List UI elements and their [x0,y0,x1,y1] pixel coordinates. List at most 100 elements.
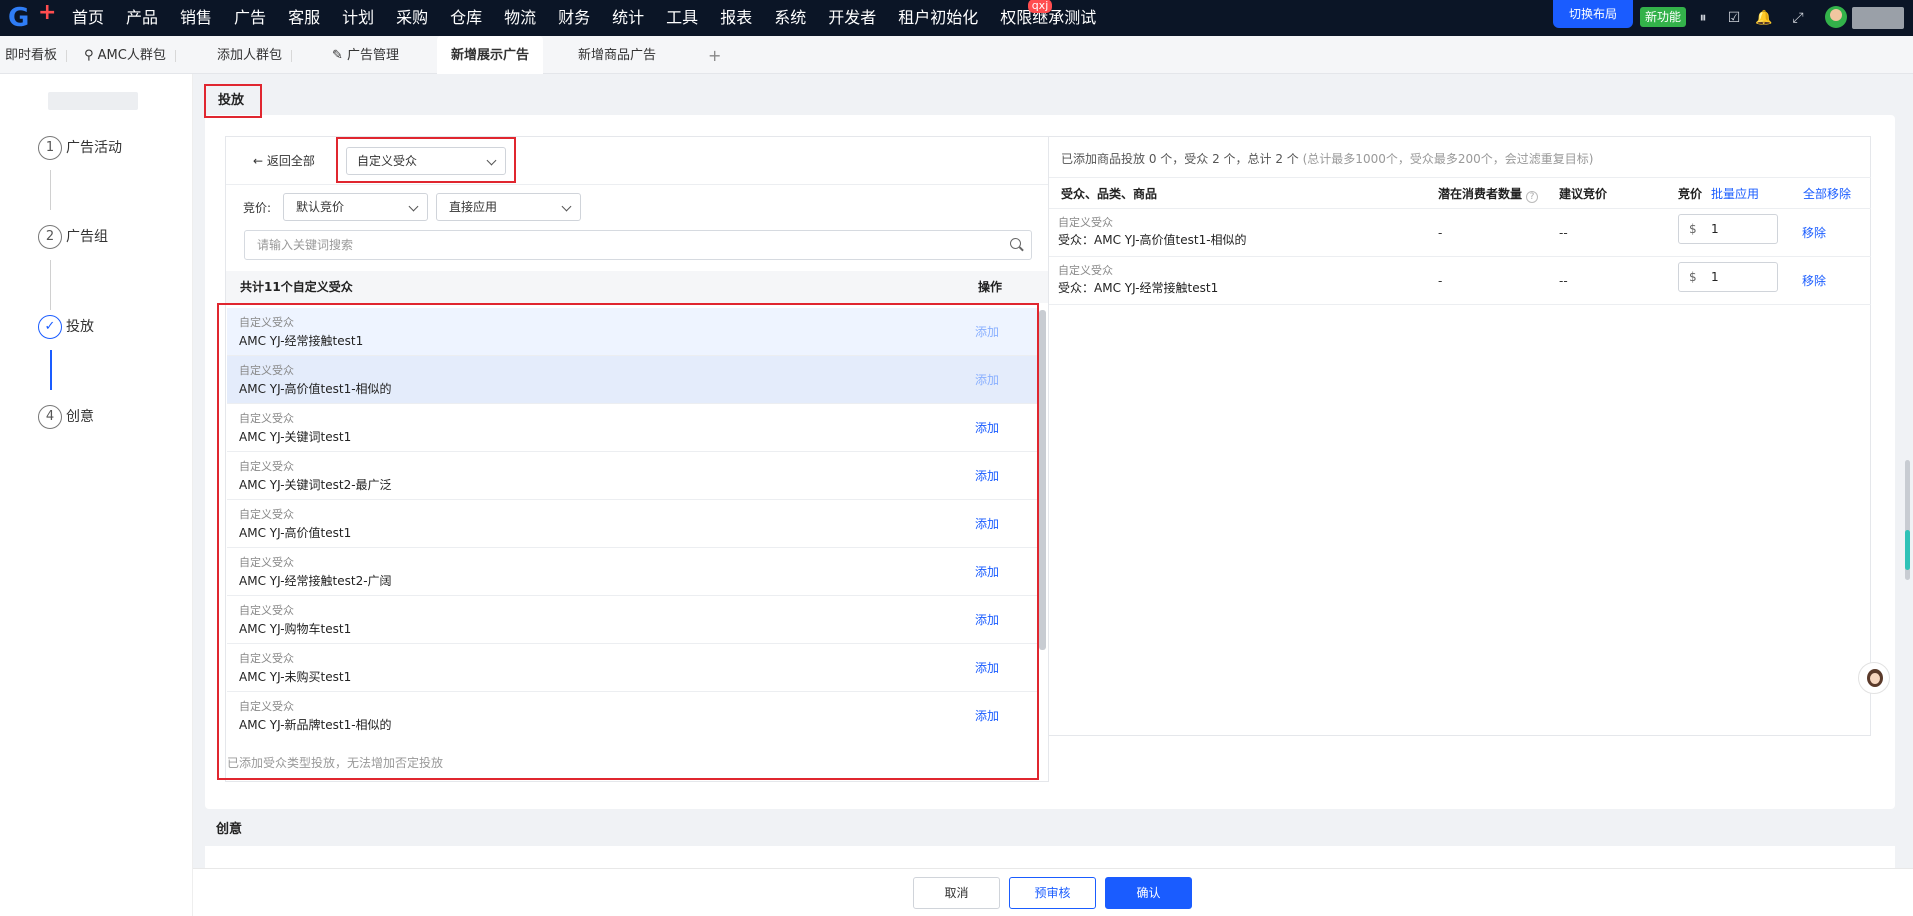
nav-item-warehouse[interactable]: 仓库 [450,0,482,36]
tab-label: AMC人群包 [97,48,166,63]
campaign-name-redacted [48,92,138,110]
table-row: 自定义受众 受众：AMC YJ-经常接触test1 - -- $1 移除 [1049,257,1871,305]
added-summary: 已添加商品投放 0 个，受众 2 个，总计 2 个 (总计最多1000个，受众最… [1061,149,1593,169]
chevron-down-icon [486,155,497,166]
step-number: 1 [38,136,62,160]
batch-apply-link[interactable]: 批量应用 [1711,184,1759,204]
remove-button[interactable]: 移除 [1802,224,1826,242]
nav-item-products[interactable]: 产品 [126,0,158,36]
bell-icon[interactable]: 🔔 [1755,9,1773,27]
step-connector-active [50,350,52,390]
bid-type-select[interactable]: 默认竞价 [283,193,428,221]
bid-label: 竞价: [243,201,272,215]
tab-dashboard[interactable]: 即时看板 [5,36,68,74]
tab-label: 新增展示广告 [451,48,530,63]
task-icon[interactable]: ☑ [1725,9,1743,27]
step-connector [50,170,51,210]
nav-item-purchase[interactable]: 采购 [396,0,428,36]
nav-item-permission-test[interactable]: 权限继承测试 qxj [1000,0,1096,36]
search-icon[interactable] [1010,238,1021,249]
remove-all-link[interactable]: 全部移除 [1803,184,1851,204]
step-number: 2 [38,225,62,249]
step-label: 广告活动 [66,140,122,156]
apply-mode-select[interactable]: 直接应用 [436,193,581,221]
username-redacted[interactable] [1852,7,1904,29]
page-tab-bar: 即时看板 ⚲ AMC人群包 添加人群包 ✎ 广告管理 新增展示广告 新增商品广告… [0,36,1913,74]
pin-icon: ⚲ [84,48,98,63]
remove-button[interactable]: 移除 [1802,272,1826,290]
user-badge: qxj [1027,0,1053,13]
chevron-down-icon [408,201,419,212]
bid-input[interactable]: $1 [1678,214,1778,244]
cancel-button[interactable]: 取消 [913,877,1000,909]
row-name: 受众：AMC YJ-经常接触test1 [1058,281,1219,295]
currency-symbol: $ [1689,270,1697,284]
select-value: 自定义受众 [357,154,418,168]
switch-layout-button[interactable]: 切换布局 [1553,0,1633,28]
nav-item-statistics[interactable]: 统计 [612,0,644,36]
precheck-button[interactable]: 预审核 [1009,877,1096,909]
bid-input[interactable]: $1 [1678,262,1778,292]
suggested-bid-column-header: 建议竞价 [1559,187,1608,201]
step-sidebar: 1 广告活动 2 广告组 ✓ 投放 4 创意 [0,74,193,916]
nav-item-logistics[interactable]: 物流 [504,0,536,36]
list-header: 共计11个自定义受众 操作 [226,271,1048,303]
check-icon: ✓ [38,315,62,339]
nav-item-customer-service[interactable]: 客服 [288,0,320,36]
chevron-down-icon [561,201,572,212]
nav-item-sales[interactable]: 销售 [180,0,212,36]
confirm-button[interactable]: 确认 [1105,877,1192,909]
bid-column-header: 竞价 [1678,187,1703,201]
added-table-header: 受众、品类、商品 潜在消费者数量? 建议竞价 竞价 批量应用 全部移除 [1049,177,1871,209]
page-scrollbar-thumb[interactable] [1905,530,1910,570]
new-feature-button[interactable]: 新功能 [1640,7,1687,27]
bid-value: 1 [1711,270,1719,284]
tab-label: 广告管理 [347,48,400,63]
step-label: 广告组 [66,229,108,245]
tab-label: 即时看板 [5,48,58,63]
section-title-creative: 创意 [216,822,243,837]
nav-item-finance[interactable]: 财务 [558,0,590,36]
list-count-title: 共计11个自定义受众 [240,280,353,294]
avatar[interactable] [1825,6,1847,28]
audience-type-select[interactable]: 自定义受众 [346,147,506,175]
search-placeholder: 请输入关键词搜索 [257,238,354,252]
nav-item-tools[interactable]: 工具 [666,0,698,36]
nav-item-home[interactable]: 首页 [72,0,104,36]
fullscreen-icon[interactable]: ⤢ [1789,9,1807,27]
tab-ad-management[interactable]: ✎ 广告管理 [332,36,399,74]
nav-item-system[interactable]: 系统 [774,0,806,36]
step-label: 创意 [66,409,94,425]
added-targets-panel: 已添加商品投放 0 个，受众 2 个，总计 2 个 (总计最多1000个，受众最… [1049,136,1871,736]
potential-column-header: 潜在消费者数量? [1438,184,1539,204]
potential-value: - [1438,226,1443,240]
pause-icon[interactable]: ⏸ [1694,9,1712,27]
footer-action-bar: 取消 预审核 确认 [193,868,1913,916]
assistant-avatar-icon[interactable] [1858,662,1890,694]
audience-type-highlight: 自定义受众 [336,137,516,183]
pin-icon: ✎ [332,48,348,63]
summary-hint: (总计最多1000个，受众最多200个，会过滤重复目标) [1302,152,1594,166]
tab-label: 新增商品广告 [578,48,657,63]
tab-add-audience[interactable]: 添加人群包 [217,36,293,74]
info-icon[interactable]: ? [1526,191,1539,203]
tab-new-display-ad[interactable]: 新增展示广告 [437,36,544,74]
tab-new-product-ad[interactable]: 新增商品广告 [578,36,656,74]
app-logo[interactable]: G + [8,2,58,33]
main-menu: 首页 产品 销售 广告 客服 计划 采购 仓库 物流 财务 统计 工具 报表 系… [72,0,1118,36]
audience-list-highlight [217,303,1039,780]
nav-item-reports[interactable]: 报表 [720,0,752,36]
keyword-search-input[interactable]: 请输入关键词搜索 [244,230,1032,260]
select-value: 默认竞价 [296,200,345,214]
step-label: 投放 [66,319,94,335]
tab-label: 添加人群包 [217,48,283,63]
list-scrollbar[interactable] [1039,310,1046,650]
bid-value: 1 [1711,222,1719,236]
nav-item-tenant-init[interactable]: 租户初始化 [898,0,978,36]
add-tab-icon[interactable]: + [708,36,721,74]
nav-item-ads[interactable]: 广告 [234,0,266,36]
tab-amc-audience[interactable]: ⚲ AMC人群包 [84,36,176,74]
nav-item-plan[interactable]: 计划 [342,0,374,36]
back-all-link[interactable]: ← 返回全部 [253,151,315,171]
nav-item-developer[interactable]: 开发者 [828,0,876,36]
